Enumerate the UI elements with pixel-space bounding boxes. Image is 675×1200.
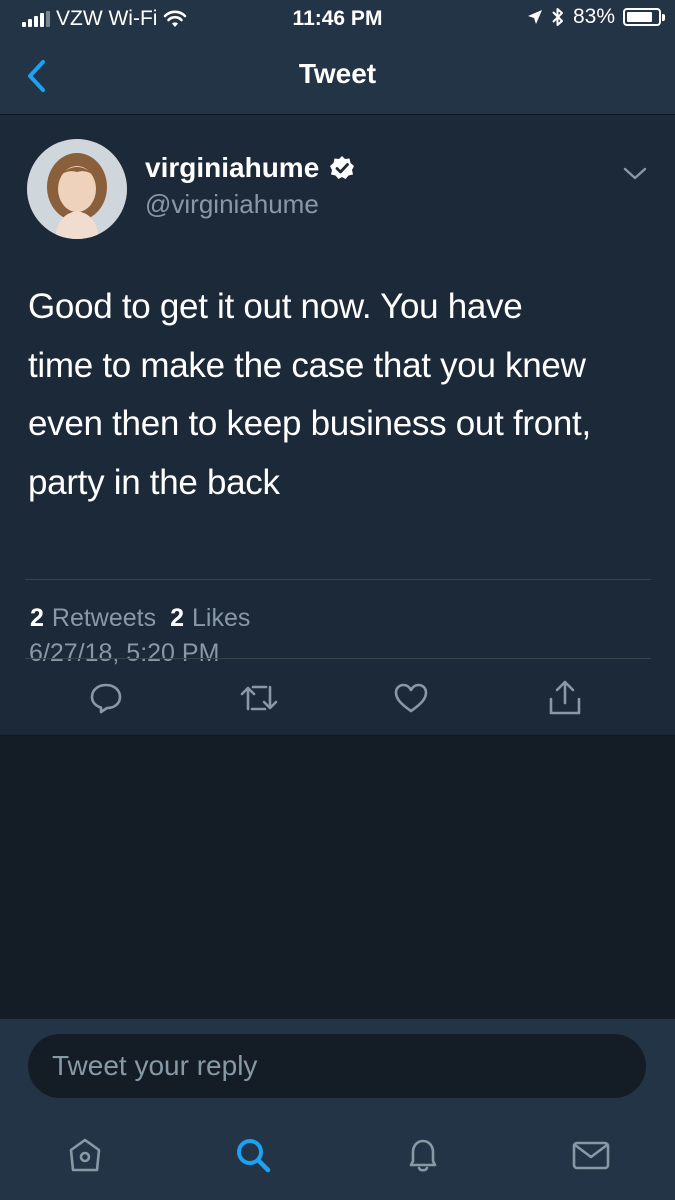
tweet-options-button[interactable] [620,159,650,189]
reply-input[interactable] [28,1034,646,1098]
retweet-icon [240,685,278,711]
divider [25,658,651,659]
retweets-count: 2 [30,604,44,632]
search-icon [237,1139,271,1173]
likes-label: Likes [192,604,251,632]
display-name[interactable]: virginiahume [145,152,355,184]
reply-button[interactable] [84,676,128,720]
chevron-down-icon [623,167,647,180]
tweet-actions [0,676,675,728]
status-bar: VZW Wi-Fi 11:46 PM 83% [0,0,675,38]
navigation-bar: Tweet [0,40,675,114]
like-button[interactable] [389,676,433,720]
bell-icon [409,1139,437,1172]
likes-stat[interactable]: 2 Likes [170,604,250,633]
tweet-stats: 2 Retweets 2 Likes [30,604,250,633]
retweet-button[interactable] [237,676,281,720]
battery-percent: 83% [572,5,615,28]
bluetooth-icon [552,8,563,26]
reply-bar [0,1019,675,1200]
likes-count: 2 [170,604,185,632]
tweet-card: virginiahume @virginiahume Good to get i… [0,114,675,736]
envelope-icon [572,1141,610,1170]
tab-home[interactable] [63,1133,107,1177]
avatar[interactable] [27,139,127,239]
tab-messages[interactable] [569,1133,613,1177]
top-bar: VZW Wi-Fi 11:46 PM 83% Tweet [0,0,675,114]
home-icon [69,1138,101,1172]
user-handle[interactable]: @virginiahume [145,189,319,220]
tweet-timestamp: 6/27/18, 5:20 PM [29,639,220,667]
share-button[interactable] [543,676,587,720]
reply-icon [90,683,122,714]
tweet-text: Good to get it out now. You have time to… [28,287,591,502]
retweets-label: Retweets [51,604,157,632]
display-name-text: virginiahume [145,152,320,183]
page-title: Tweet [298,58,377,89]
avatar-portrait [27,139,127,239]
divider [25,579,651,580]
verified-badge-icon [330,156,355,179]
share-icon [549,680,581,715]
heart-icon [394,683,428,713]
location-arrow-icon [527,10,542,24]
status-right: 83% [527,5,665,29]
tab-search[interactable] [231,1133,275,1177]
battery-icon [623,8,665,26]
retweets-stat[interactable]: 2 Retweets [30,604,156,633]
tab-notifications[interactable] [401,1133,445,1177]
